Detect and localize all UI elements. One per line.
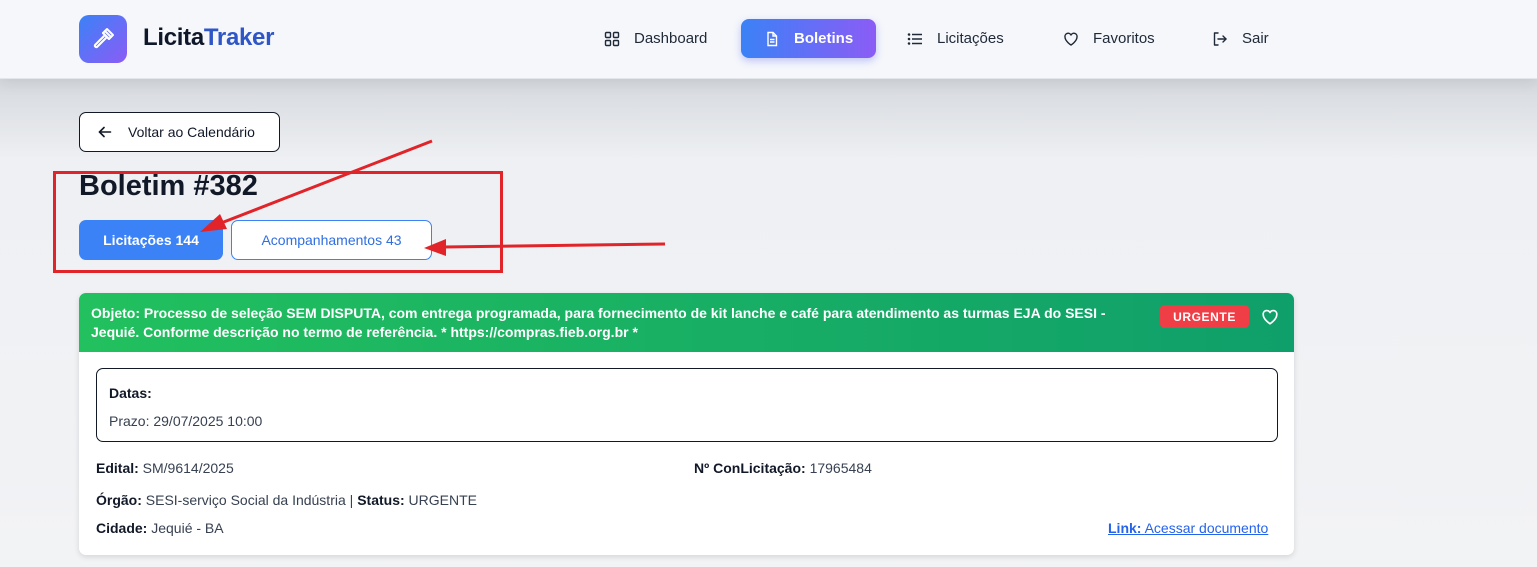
- dates-label: Datas:: [109, 385, 152, 401]
- heart-icon: [1064, 32, 1078, 46]
- nav-label: Boletins: [794, 30, 854, 47]
- deadline-value: Prazo: 29/07/2025 10:00: [109, 413, 263, 429]
- object-label: Objeto:: [91, 305, 140, 321]
- brand-primary: Licita: [143, 24, 204, 51]
- conlicitacao-label: Nº ConLicitação:: [694, 460, 806, 476]
- edital-field: Edital: SM/9614/2025: [96, 460, 234, 476]
- nav-label: Sair: [1242, 30, 1269, 47]
- document-icon: [767, 31, 778, 46]
- conlicitacao-value: 17965484: [809, 460, 872, 476]
- object-text: Processo de seleção SEM DISPUTA, com ent…: [91, 305, 1106, 340]
- brand-name[interactable]: LicitaTraker: [143, 24, 274, 52]
- brand-accent: Traker: [203, 24, 275, 51]
- favorite-heart-icon[interactable]: [1261, 308, 1279, 326]
- back-to-calendar-button[interactable]: Voltar ao Calendário: [79, 112, 280, 152]
- status-value: URGENTE: [408, 492, 477, 508]
- link-label: Link:: [1108, 520, 1142, 536]
- card-header: Objeto: Processo de seleção SEM DISPUTA,…: [79, 293, 1294, 352]
- conlicitacao-field: Nº ConLicitação: 17965484: [694, 460, 872, 476]
- licitacao-card: Objeto: Processo de seleção SEM DISPUTA,…: [79, 293, 1294, 555]
- nav-label: Licitações: [937, 30, 1004, 47]
- nav-dashboard[interactable]: Dashboard: [592, 19, 719, 58]
- object-description: Objeto: Processo de seleção SEM DISPUTA,…: [91, 304, 1131, 342]
- nav-favoritos[interactable]: Favoritos: [1051, 19, 1167, 58]
- back-button-label: Voltar ao Calendário: [128, 124, 255, 140]
- nav-boletins[interactable]: Boletins: [741, 19, 877, 58]
- orgao-status-field: Órgão: SESI-serviço Social da Indústria …: [96, 492, 477, 508]
- cidade-value: Jequié - BA: [151, 520, 224, 536]
- cidade-label: Cidade:: [96, 520, 148, 536]
- edital-value: SM/9614/2025: [142, 460, 234, 476]
- orgao-value: SESI-serviço Social da Indústria |: [145, 492, 354, 508]
- cidade-field: Cidade: Jequié - BA: [96, 520, 224, 536]
- link-value: Acessar documento: [1144, 520, 1269, 536]
- orgao-label: Órgão:: [96, 492, 142, 508]
- arrow-left-icon: [98, 126, 112, 138]
- list-icon: [907, 32, 922, 45]
- logo[interactable]: [79, 15, 127, 63]
- nav-label: Favoritos: [1093, 30, 1155, 47]
- status-label: Status:: [357, 492, 405, 508]
- document-link[interactable]: Link: Acessar documento: [1108, 520, 1268, 536]
- annotation-highlight-box: [53, 171, 503, 273]
- gavel-icon: [93, 28, 114, 49]
- edital-label: Edital:: [96, 460, 139, 476]
- grid-icon: [604, 31, 620, 46]
- nav-licitacoes[interactable]: Licitações: [895, 19, 1016, 58]
- top-navbar: LicitaTraker Dashboard Boletins Licitaçõ…: [0, 0, 1537, 79]
- nav-sair[interactable]: Sair: [1200, 19, 1281, 58]
- status-badge: URGENTE: [1160, 305, 1249, 328]
- dates-box: Datas: Prazo: 29/07/2025 10:00: [96, 368, 1278, 442]
- logout-icon: [1213, 31, 1227, 46]
- nav-label: Dashboard: [634, 30, 708, 47]
